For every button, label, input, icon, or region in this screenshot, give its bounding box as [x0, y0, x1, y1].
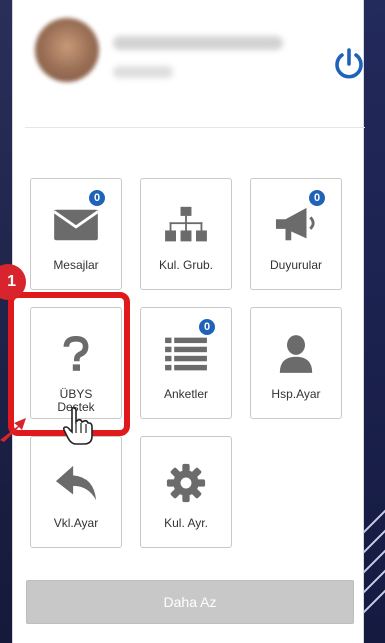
tile-label-line2: Destek: [57, 400, 95, 414]
background-right: [363, 0, 385, 643]
profile-header: [25, 0, 365, 128]
pointer-arrow-icon: [0, 412, 30, 442]
tile-label: Duyurular: [269, 258, 323, 272]
tile-label: Mesajlar: [53, 258, 99, 272]
tile-mesajlar[interactable]: 0 Mesajlar: [30, 178, 122, 290]
background-left: [0, 0, 12, 643]
gear-icon: [161, 461, 211, 505]
tile-label: ÜBYS Destek: [31, 388, 121, 414]
tile-kul-grub[interactable]: Kul. Grub.: [140, 178, 232, 290]
tile-kul-ayr[interactable]: Kul. Ayr.: [140, 436, 232, 548]
unread-badge: 0: [307, 188, 327, 208]
avatar: [35, 18, 99, 82]
tile-ubys-destek[interactable]: ÜBYS Destek: [30, 307, 122, 419]
user-name-redacted: [113, 36, 283, 50]
tile-anketler[interactable]: 0 Anketler: [140, 307, 232, 419]
envelope-icon: [51, 203, 101, 247]
list-icon: [161, 332, 211, 376]
tile-label: Kul. Grub.: [158, 258, 214, 272]
sitemap-icon: [161, 203, 211, 247]
tile-hsp-ayar[interactable]: Hsp.Ayar: [250, 307, 342, 419]
power-icon[interactable]: [331, 46, 367, 82]
unread-badge: 0: [87, 188, 107, 208]
user-icon: [271, 332, 321, 376]
daha-az-button[interactable]: Daha Az: [26, 580, 354, 624]
reply-icon: [51, 461, 101, 505]
user-menu-panel: 0 Mesajlar Kul. Grub. 0 Duyurular ÜBYS D…: [12, 0, 365, 643]
tile-label: Vkl.Ayar: [53, 516, 99, 530]
question-icon: [51, 332, 101, 376]
tile-label: Hsp.Ayar: [271, 387, 321, 401]
tile-vkl-ayar[interactable]: Vkl.Ayar: [30, 436, 122, 548]
user-subtitle-redacted: [113, 66, 173, 78]
tile-label: Anketler: [163, 387, 209, 401]
megaphone-icon: [271, 203, 321, 247]
tile-duyurular[interactable]: 0 Duyurular: [250, 178, 342, 290]
unread-badge: 0: [197, 317, 217, 337]
tile-label: Kul. Ayr.: [164, 516, 208, 530]
